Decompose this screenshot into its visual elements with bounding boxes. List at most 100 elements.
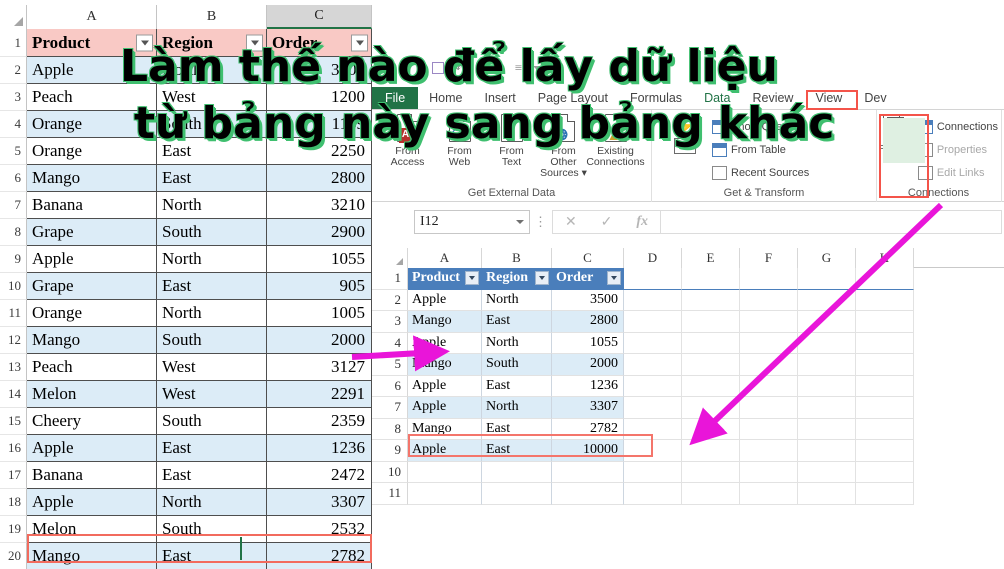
empty-cell[interactable] [740, 311, 798, 333]
cell[interactable]: Mango [408, 419, 482, 441]
empty-cell[interactable] [682, 333, 740, 355]
cell-region[interactable]: East [157, 165, 267, 192]
cell[interactable]: Apple [408, 397, 482, 419]
table-row[interactable]: 2AppleNorth3500 [0, 57, 372, 84]
empty-cell[interactable] [624, 311, 682, 333]
empty-cell[interactable] [682, 311, 740, 333]
table-row[interactable]: 3MangoEast2800 [372, 311, 1004, 333]
empty-cell[interactable] [856, 376, 914, 398]
empty-cell[interactable] [682, 419, 740, 441]
cell-order[interactable]: 2291 [267, 381, 372, 408]
cell-product[interactable]: Peach [27, 354, 157, 381]
empty-cell[interactable] [798, 440, 856, 462]
cell-product[interactable]: Orange [27, 138, 157, 165]
empty-cell[interactable] [740, 333, 798, 355]
cell-product[interactable]: Grape [27, 273, 157, 300]
cell-order[interactable]: 2800 [267, 165, 372, 192]
right-header-cell[interactable]: Region [482, 268, 552, 290]
left-column-header-c[interactable]: C [267, 5, 372, 29]
right-row-number[interactable]: 3 [372, 311, 408, 333]
empty-cell[interactable] [740, 268, 798, 290]
right-row-number[interactable]: 6 [372, 376, 408, 398]
empty-cell[interactable] [798, 354, 856, 376]
empty-cell[interactable] [624, 440, 682, 462]
table-row[interactable]: 20MangoEast2782 [0, 543, 372, 569]
empty-cell[interactable] [624, 376, 682, 398]
cell[interactable]: East [482, 419, 552, 441]
table-row[interactable]: 16AppleEast1236 [0, 435, 372, 462]
right-row-number[interactable]: 1 [372, 268, 408, 290]
cell-product[interactable]: Peach [27, 84, 157, 111]
recent-sources-button[interactable]: Recent Sources [712, 162, 812, 183]
left-row-number[interactable]: 1 [0, 29, 27, 57]
cell-order[interactable]: 2472 [267, 462, 372, 489]
table-row[interactable]: 6AppleEast1236 [372, 376, 1004, 398]
cell-order[interactable]: 2782 [267, 543, 372, 569]
cell[interactable]: East [482, 376, 552, 398]
left-row-number[interactable]: 15 [0, 408, 27, 435]
cell-order[interactable]: 3500 [267, 57, 372, 84]
cell[interactable]: South [482, 354, 552, 376]
table-row[interactable]: 10 [372, 462, 1004, 484]
from-access-button[interactable]: A From Access [382, 114, 434, 179]
right-column-header-f[interactable]: F [740, 248, 798, 268]
cell[interactable]: East [482, 311, 552, 333]
empty-cell[interactable] [624, 268, 682, 290]
right-column-header-a[interactable]: A [408, 248, 482, 268]
filter-dropdown-icon[interactable] [535, 271, 549, 285]
table-row[interactable]: 6MangoEast2800 [0, 165, 372, 192]
cell[interactable]: 1055 [552, 333, 624, 355]
cell-order[interactable]: 2000 [267, 327, 372, 354]
table-row[interactable]: 8GrapeSouth2900 [0, 219, 372, 246]
table-row[interactable]: 4OrangeSouth1189 [0, 111, 372, 138]
cell-region[interactable]: East [157, 435, 267, 462]
filter-dropdown-icon[interactable] [607, 271, 621, 285]
empty-cell[interactable] [856, 440, 914, 462]
empty-cell[interactable] [740, 440, 798, 462]
cell-product[interactable]: Orange [27, 111, 157, 138]
right-column-header-c[interactable]: C [552, 248, 624, 268]
empty-cell[interactable] [740, 397, 798, 419]
cell-product[interactable]: Apple [27, 57, 157, 84]
show-queries-button[interactable]: Show Queries [712, 116, 812, 137]
left-row-number[interactable]: 11 [0, 300, 27, 327]
right-row-number[interactable]: 5 [372, 354, 408, 376]
cell-region[interactable]: South [157, 219, 267, 246]
table-row[interactable]: 15CheerySouth2359 [0, 408, 372, 435]
cell-product[interactable]: Apple [27, 246, 157, 273]
name-box[interactable]: I12 [414, 210, 530, 234]
table-row[interactable]: 3PeachWest1200 [0, 84, 372, 111]
right-row-number[interactable]: 9 [372, 440, 408, 462]
ribbon-tab-file[interactable]: File [372, 87, 418, 109]
connections-button[interactable]: Connections [918, 116, 1001, 137]
cell-order[interactable]: 2532 [267, 516, 372, 543]
table-row[interactable]: 7AppleNorth3307 [372, 397, 1004, 419]
cell[interactable]: Apple [408, 440, 482, 462]
cell[interactable]: Apple [408, 333, 482, 355]
cell[interactable]: 2000 [552, 354, 624, 376]
empty-cell[interactable] [856, 462, 914, 484]
cell[interactable]: 2800 [552, 311, 624, 333]
empty-cell[interactable] [798, 268, 856, 290]
empty-cell[interactable] [856, 483, 914, 505]
cell-product[interactable]: Orange [27, 300, 157, 327]
cell[interactable] [552, 462, 624, 484]
left-row-number[interactable]: 6 [0, 165, 27, 192]
confirm-icon[interactable]: ✓ [601, 214, 613, 231]
cell-region[interactable]: South [157, 111, 267, 138]
empty-cell[interactable] [798, 333, 856, 355]
cell[interactable]: North [482, 397, 552, 419]
table-row[interactable]: 17BananaEast2472 [0, 462, 372, 489]
empty-cell[interactable] [740, 419, 798, 441]
empty-cell[interactable] [682, 354, 740, 376]
cell-product[interactable]: Mango [27, 543, 157, 569]
cell-region[interactable]: North [157, 489, 267, 516]
cell-region[interactable]: East [157, 273, 267, 300]
from-text-button[interactable]: ≡ From Text [486, 114, 538, 179]
formula-bar-grip[interactable]: ⋮ [530, 214, 552, 230]
ribbon-tab-view[interactable]: View [804, 87, 853, 109]
empty-cell[interactable] [624, 483, 682, 505]
properties-button[interactable]: Properties [918, 139, 1001, 160]
cell-order[interactable]: 3127 [267, 354, 372, 381]
cell-product[interactable]: Melon [27, 381, 157, 408]
